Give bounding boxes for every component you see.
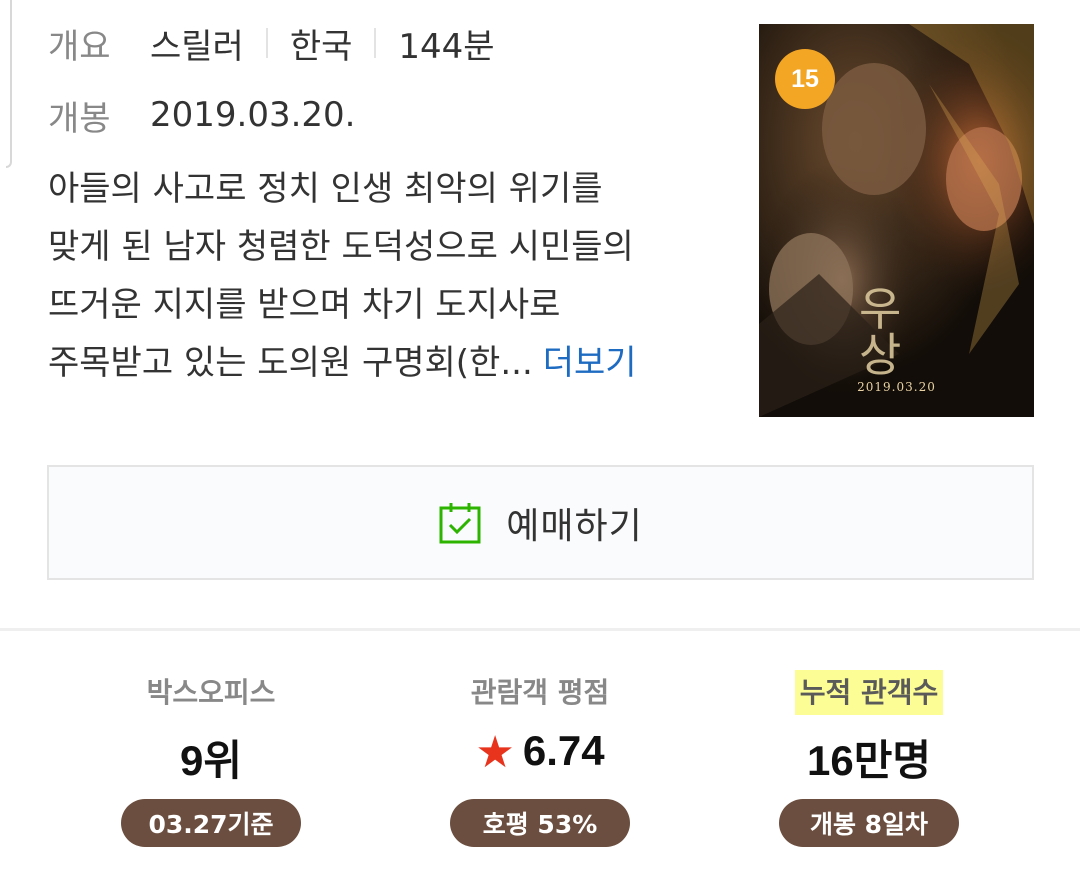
synopsis-line: 주목받고 있는 도의원 구명회(한... <box>48 343 533 383</box>
synopsis: 아들의 사고로 정치 인생 최악의 위기를 맞게 된 남자 청렴한 도덕성으로 … <box>48 160 738 392</box>
audience-rating-value: 6.74 <box>522 727 605 774</box>
reserve-button[interactable]: 예매하기 <box>47 465 1034 580</box>
overview-row: 개요 스릴러 한국 144분 <box>48 18 495 68</box>
synopsis-line: 아들의 사고로 정치 인생 최악의 위기를 <box>48 169 603 209</box>
synopsis-line: 맞게 된 남자 청렴한 도덕성으로 시민들의 <box>48 227 634 267</box>
release-label: 개봉 <box>48 98 111 139</box>
poster-date: 2019.03.20 <box>857 380 936 394</box>
total-audience-stat[interactable]: 누적 관객수 16만명 개봉 8일차 <box>689 631 1049 876</box>
total-audience-label: 누적 관객수 <box>794 670 944 715</box>
box-office-rank: 9위 <box>180 737 242 784</box>
age-rating-badge: 15 <box>775 49 835 109</box>
synopsis-last-line: 주목받고 있는 도의원 구명회(한... 더보기 <box>48 334 738 392</box>
separator <box>265 28 268 58</box>
movie-poster[interactable]: 15 우상 2019.03.20 <box>759 24 1034 417</box>
stats-section: 박스오피스 9위 03.27기준 관람객 평점 ★ 6.74 호평 53% 누적 … <box>0 631 1080 876</box>
positive-review-pill: 호평 53% <box>450 799 630 847</box>
release-row: 개봉 2019.03.20. <box>48 90 355 140</box>
release-date: 2019.03.20. <box>150 95 356 135</box>
total-audience-value: 16만명 <box>807 737 931 784</box>
star-icon: ★ <box>475 728 515 777</box>
separator <box>374 28 377 58</box>
audience-rating-stat[interactable]: 관람객 평점 ★ 6.74 호평 53% <box>360 631 720 876</box>
calendar-check-icon <box>439 502 481 543</box>
card-edge-divider <box>6 0 12 168</box>
poster-title: 우상 <box>859 282 902 382</box>
days-since-release-pill: 개봉 8일차 <box>779 799 959 847</box>
total-audience-label-wrap: 누적 관객수 <box>689 670 1049 715</box>
overview-label: 개요 <box>48 26 111 67</box>
box-office-label: 박스오피스 <box>146 676 276 709</box>
box-office-stat[interactable]: 박스오피스 9위 03.27기준 <box>31 631 391 876</box>
more-link[interactable]: 더보기 <box>543 343 637 383</box>
audience-rating-value-row: ★ 6.74 <box>360 727 720 778</box>
country-value: 한국 <box>289 26 353 67</box>
reserve-label: 예매하기 <box>506 505 643 547</box>
genre-value: 스릴러 <box>150 26 244 67</box>
synopsis-line: 뜨거운 지지를 받으며 차기 도지사로 <box>48 285 561 325</box>
runtime-value: 144분 <box>398 26 495 67</box>
box-office-date-pill: 03.27기준 <box>121 799 301 847</box>
movie-info-section: 개요 스릴러 한국 144분 개봉 2019.03.20. 아들의 사고로 정치… <box>0 0 1080 630</box>
audience-rating-label: 관람객 평점 <box>470 676 610 709</box>
